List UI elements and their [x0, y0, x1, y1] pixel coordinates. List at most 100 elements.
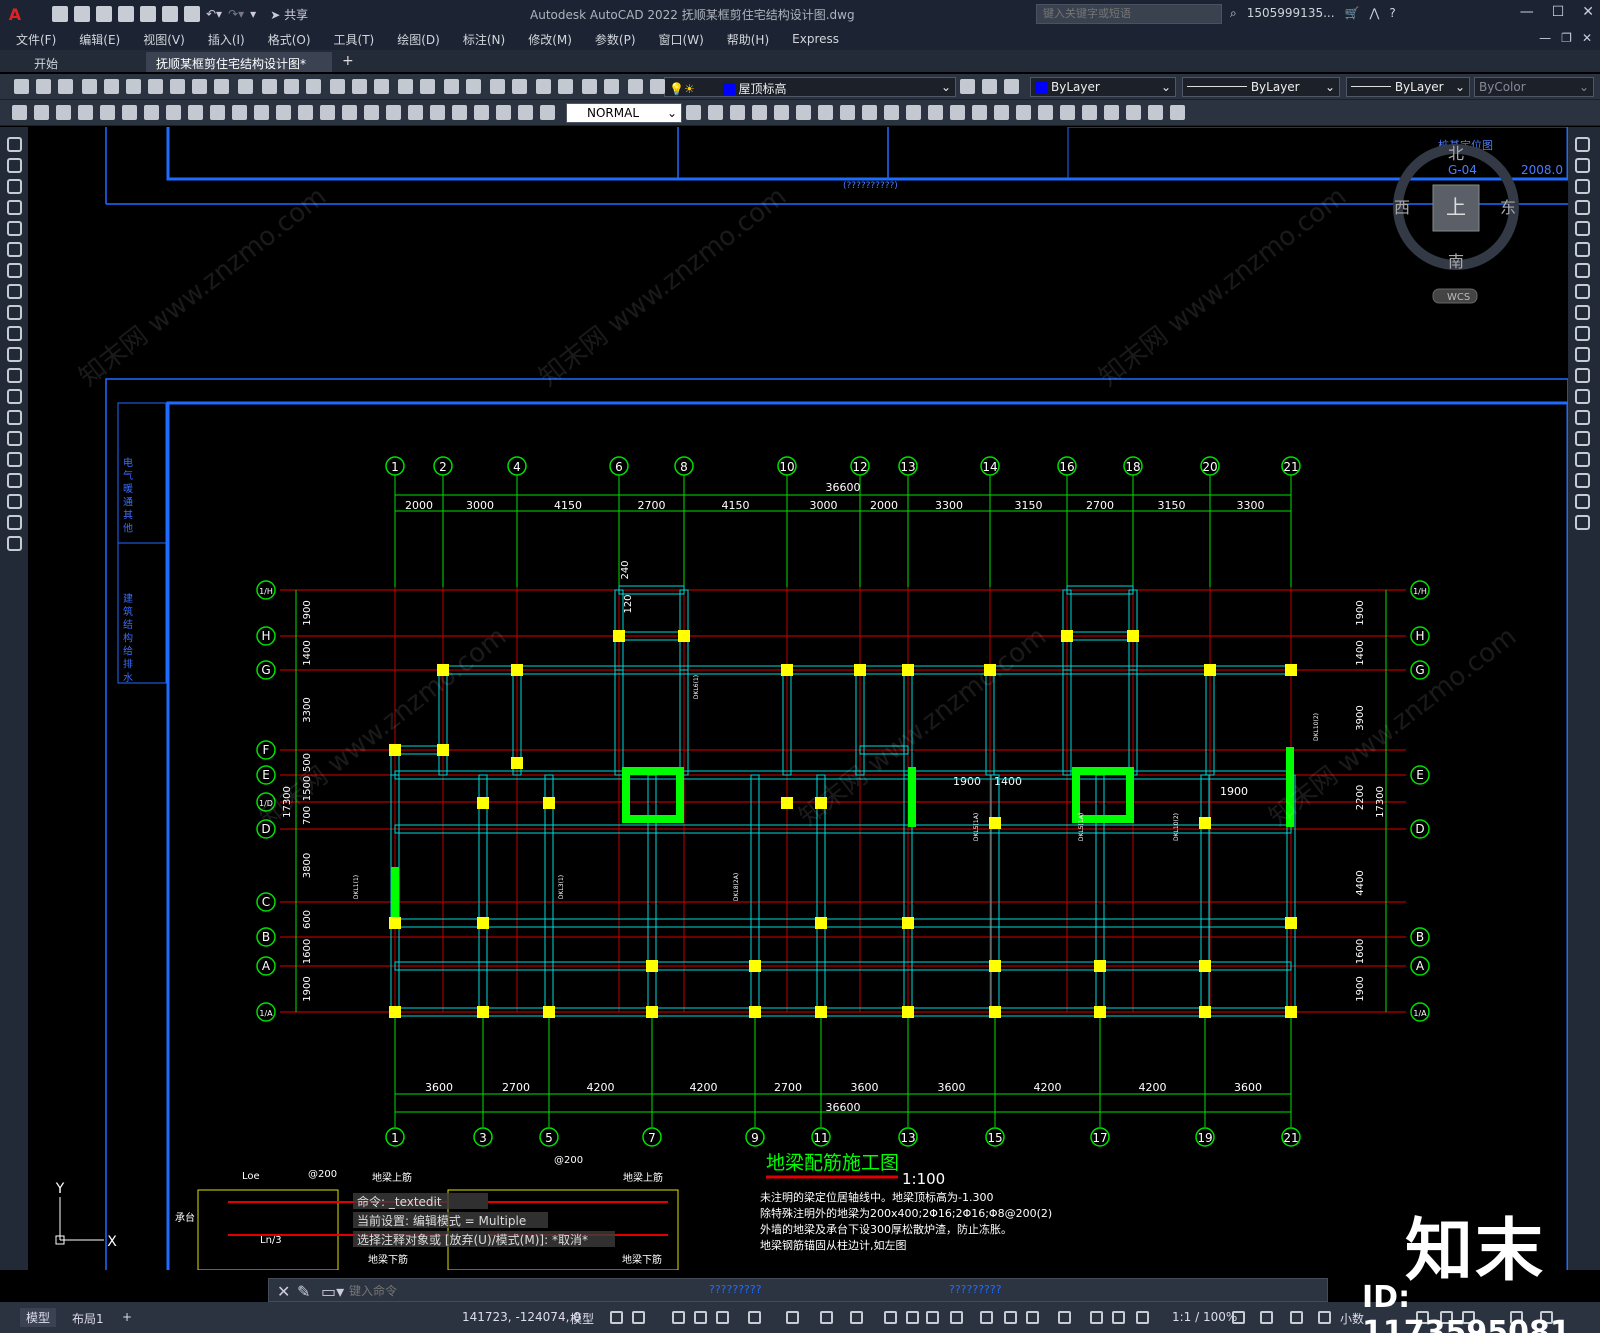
dim-tool-icon-38[interactable]: [972, 105, 987, 120]
dim-tool-icon-28[interactable]: [752, 105, 767, 120]
modify-tool-icon-2[interactable]: [1575, 179, 1590, 194]
layer-dropdown[interactable]: 💡☀ 屋顶标高 ⌄: [664, 77, 956, 97]
dim-tool-icon-42[interactable]: [1060, 105, 1075, 120]
standard-tool-icon-2[interactable]: [58, 79, 73, 94]
standard-tool-icon-23[interactable]: [536, 79, 551, 94]
command-settings-icon[interactable]: ✎: [297, 1282, 310, 1301]
draw-tool-icon-17[interactable]: [7, 494, 22, 509]
dim-tool-icon-35[interactable]: [906, 105, 921, 120]
status-tool-icon-1[interactable]: [632, 1311, 645, 1324]
autocad-logo-icon[interactable]: A: [4, 5, 26, 24]
modify-tool-icon-17[interactable]: [1575, 494, 1590, 509]
status-tool-icon-2[interactable]: [672, 1311, 685, 1324]
modify-tool-icon-1[interactable]: [1575, 158, 1590, 173]
draw-tool-icon-0[interactable]: [7, 137, 22, 152]
draw-tool-icon-9[interactable]: [7, 326, 22, 341]
standard-tool-icon-5[interactable]: [126, 79, 141, 94]
draw-tool-icon-11[interactable]: [7, 368, 22, 383]
command-line[interactable]: ✕ ✎ ▭▾ ????????? ?????????: [268, 1278, 1328, 1302]
dim-tool-icon-29[interactable]: [774, 105, 789, 120]
standard-tool-icon-8[interactable]: [192, 79, 207, 94]
standard-tool-icon-13[interactable]: [306, 79, 321, 94]
draw-tool-icon-6[interactable]: [7, 263, 22, 278]
search-input[interactable]: [1036, 4, 1222, 24]
menu-item-0[interactable]: 文件(F): [16, 31, 56, 48]
standard-tool-icon-7[interactable]: [170, 79, 185, 94]
draw-tool-icon-4[interactable]: [7, 221, 22, 236]
modify-tool-icon-6[interactable]: [1575, 263, 1590, 278]
drawing-restore-icon[interactable]: ❐: [1561, 31, 1572, 45]
open-file-icon[interactable]: [74, 6, 90, 22]
standard-tool-icon-10[interactable]: [238, 79, 253, 94]
standard-tool-icon-29[interactable]: [960, 79, 975, 94]
standard-tool-icon-14[interactable]: [330, 79, 345, 94]
modify-tool-icon-16[interactable]: [1575, 473, 1590, 488]
standard-tool-icon-0[interactable]: [14, 79, 29, 94]
draw-tool-icon-13[interactable]: [7, 410, 22, 425]
linetype-dropdown[interactable]: ByLayer ⌄: [1182, 77, 1340, 97]
dim-tool-icon-13[interactable]: [298, 105, 313, 120]
standard-tool-icon-21[interactable]: [490, 79, 505, 94]
standard-tool-icon-26[interactable]: [604, 79, 619, 94]
dimstyle-dropdown[interactable]: NORMAL ⌄: [566, 103, 682, 123]
undo-icon[interactable]: ↶▾: [206, 7, 222, 21]
modify-tool-icon-12[interactable]: [1575, 389, 1590, 404]
model-tab[interactable]: 模型: [20, 1308, 57, 1327]
menu-item-6[interactable]: 绘图(D): [397, 31, 440, 48]
redo-icon[interactable]: ↷▾: [228, 7, 244, 21]
standard-tool-icon-9[interactable]: [214, 79, 229, 94]
status-tool-icon-18[interactable]: [1112, 1311, 1125, 1324]
maximize-icon[interactable]: ☐: [1552, 4, 1565, 20]
dim-tool-icon-14[interactable]: [320, 105, 335, 120]
status-tool-icon-12[interactable]: [950, 1311, 963, 1324]
dim-tool-icon-5[interactable]: [122, 105, 137, 120]
tab-drawing[interactable]: 抚顺某框剪住宅结构设计图* ×: [146, 52, 332, 86]
dim-tool-icon-32[interactable]: [840, 105, 855, 120]
save-icon[interactable]: [96, 6, 112, 22]
status-tool-icon-6[interactable]: [786, 1311, 799, 1324]
dim-tool-icon-15[interactable]: [342, 105, 357, 120]
status-tool-icon-8[interactable]: [850, 1311, 863, 1324]
viewcube-south-label[interactable]: 南: [1448, 252, 1464, 271]
dim-tool-icon-2[interactable]: [56, 105, 71, 120]
drawing-close-icon[interactable]: ✕: [1582, 31, 1592, 45]
standard-tool-icon-28[interactable]: [650, 79, 665, 94]
draw-tool-icon-16[interactable]: [7, 473, 22, 488]
status-tool-icon-3[interactable]: [694, 1311, 707, 1324]
save-as-icon[interactable]: [118, 6, 134, 22]
draw-tool-icon-18[interactable]: [7, 515, 22, 530]
menu-item-4[interactable]: 格式(O): [268, 31, 311, 48]
user-account[interactable]: 1505999135...: [1247, 6, 1335, 21]
search-icon[interactable]: ⌕: [1230, 6, 1237, 21]
command-prompt-icon[interactable]: ▭▾: [321, 1282, 344, 1301]
dim-tool-icon-41[interactable]: [1038, 105, 1053, 120]
draw-tool-icon-5[interactable]: [7, 242, 22, 257]
modify-tool-icon-11[interactable]: [1575, 368, 1590, 383]
modify-tool-icon-3[interactable]: [1575, 200, 1590, 215]
modify-tool-icon-13[interactable]: [1575, 410, 1590, 425]
draw-tool-icon-7[interactable]: [7, 284, 22, 299]
status-tool-icon-14[interactable]: [1004, 1311, 1017, 1324]
menu-item-12[interactable]: Express: [792, 32, 839, 46]
dim-tool-icon-19[interactable]: [430, 105, 445, 120]
draw-tool-icon-2[interactable]: [7, 179, 22, 194]
status-tool-icon-21[interactable]: [1260, 1311, 1273, 1324]
draw-tool-icon-8[interactable]: [7, 305, 22, 320]
menu-item-7[interactable]: 标注(N): [463, 31, 505, 48]
status-tool-icon-23[interactable]: [1318, 1311, 1331, 1324]
menu-item-10[interactable]: 窗口(W): [659, 31, 704, 48]
menu-item-5[interactable]: 工具(T): [334, 31, 375, 48]
dim-tool-icon-24[interactable]: [540, 105, 555, 120]
dim-tool-icon-27[interactable]: [730, 105, 745, 120]
coordinates-readout[interactable]: 141723, -124074, 0: [462, 1310, 581, 1324]
dim-tool-icon-23[interactable]: [518, 105, 533, 120]
status-tool-icon-4[interactable]: [716, 1311, 729, 1324]
standard-tool-icon-31[interactable]: [1004, 79, 1019, 94]
modify-tool-icon-8[interactable]: [1575, 305, 1590, 320]
status-tool-icon-15[interactable]: [1026, 1311, 1039, 1324]
units-selector[interactable]: 小数: [1340, 1310, 1364, 1327]
dim-tool-icon-6[interactable]: [144, 105, 159, 120]
dim-tool-icon-45[interactable]: [1126, 105, 1141, 120]
menu-item-3[interactable]: 插入(I): [208, 31, 245, 48]
dim-tool-icon-26[interactable]: [708, 105, 723, 120]
